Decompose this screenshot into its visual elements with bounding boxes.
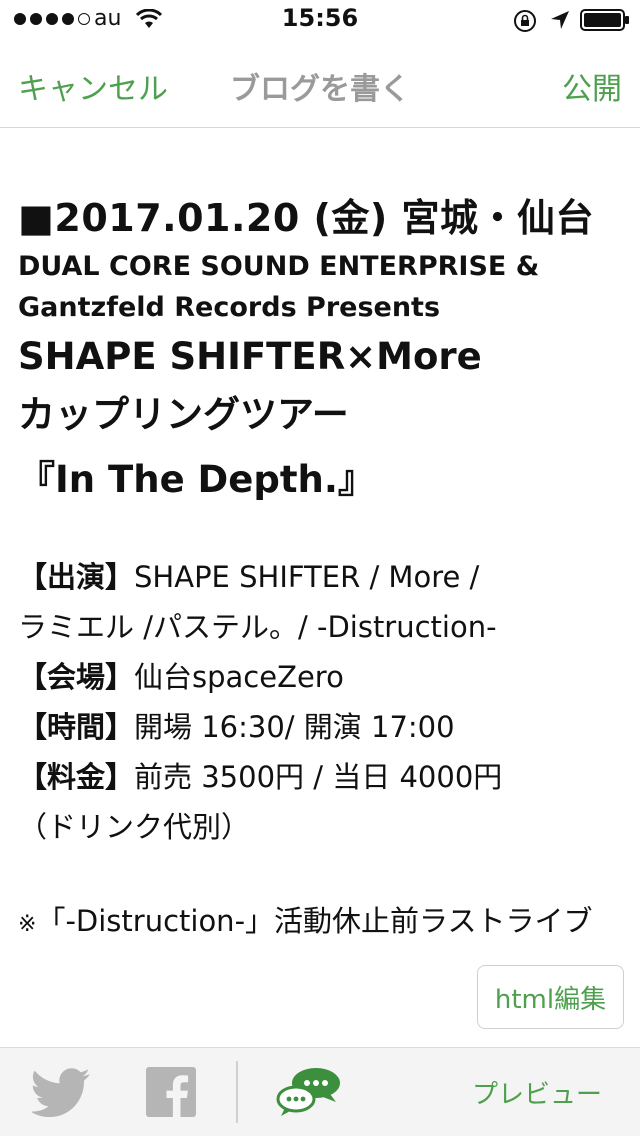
detail-value: （ドリンク代別）	[18, 810, 251, 844]
detail-label: 【会場】	[18, 660, 135, 694]
note-mark: ※	[18, 912, 37, 937]
html-edit-button[interactable]: html編集	[477, 965, 624, 1029]
status-bar: au 15:56	[0, 0, 640, 40]
bottom-toolbar: プレビュー	[0, 1047, 640, 1136]
detail-line: （ドリンク代別）	[18, 802, 618, 852]
rotation-lock-icon	[514, 10, 536, 32]
twitter-icon[interactable]	[32, 1068, 92, 1118]
detail-label: 【料金】	[18, 760, 135, 794]
detail-label: 【時間】	[18, 710, 135, 744]
detail-label: 【出演】	[18, 560, 135, 594]
detail-line: 【会場】仙台spaceZero	[18, 652, 618, 702]
post-title: ■2017.01.20 (金) 宮城・仙台	[18, 196, 594, 240]
detail-line: ラミエル /パステル。/ -Distruction-	[18, 602, 618, 652]
detail-value: 前売 3500円 / 当日 4000円	[134, 760, 503, 794]
detail-value: ラミエル /パステル。/ -Distruction-	[18, 610, 497, 644]
detail-line: 【料金】前売 3500円 / 当日 4000円	[18, 752, 618, 802]
presenter-line-2: Gantzfeld Records Presents	[18, 292, 441, 323]
cancel-button[interactable]: キャンセル	[18, 64, 168, 108]
clock: 15:56	[281, 4, 359, 32]
presenter-line-1: DUAL CORE SOUND ENTERPRISE &	[18, 251, 540, 282]
battery-icon	[580, 9, 629, 31]
detail-value: 開場 16:30/ 開演 17:00	[134, 710, 455, 744]
toolbar-divider	[236, 1061, 238, 1123]
post-editor-content[interactable]: ■2017.01.20 (金) 宮城・仙台 DUAL CORE SOUND EN…	[18, 190, 618, 950]
event-details: 【出演】SHAPE SHIFTER / More / ラミエル /パステル。/ …	[18, 552, 618, 852]
preview-button[interactable]: プレビュー	[472, 1074, 602, 1111]
heading-line-1: SHAPE SHIFTER×More	[18, 335, 482, 378]
tour-name: 『In The Depth.』	[18, 458, 375, 501]
note-text: 「-Distruction-」活動休止前ラストライブ	[36, 904, 593, 938]
detail-line: 【出演】SHAPE SHIFTER / More /	[18, 552, 618, 602]
heading-line-2: カップリングツアー	[18, 393, 349, 436]
navigation-bar: ブログを書く キャンセル 公開	[0, 40, 640, 128]
detail-line: 【時間】開場 16:30/ 開演 17:00	[18, 702, 618, 752]
detail-value: 仙台spaceZero	[134, 660, 344, 694]
facebook-icon[interactable]	[146, 1067, 196, 1117]
detail-value: SHAPE SHIFTER / More /	[134, 560, 480, 594]
note-line: ※「-Distruction-」活動休止前ラストライブ	[18, 896, 618, 950]
publish-button[interactable]: 公開	[562, 64, 622, 108]
location-arrow-icon	[551, 11, 569, 29]
comments-icon[interactable]	[276, 1066, 342, 1118]
